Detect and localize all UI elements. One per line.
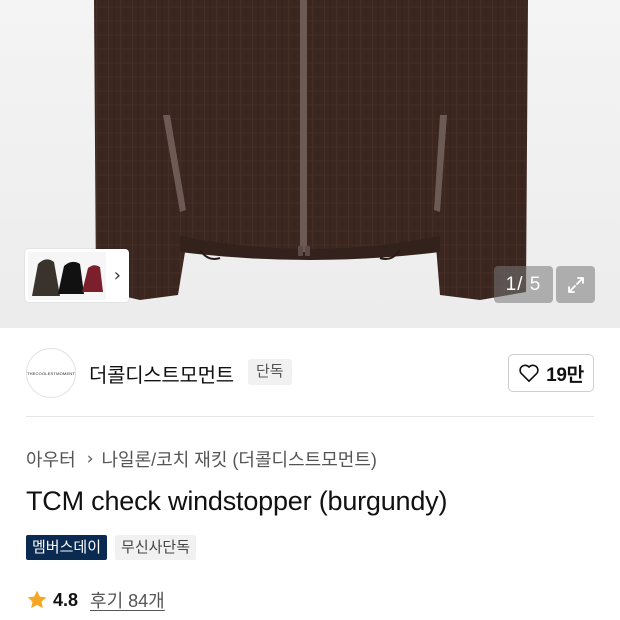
tag-membersday: 멤버스데이 [26,535,108,560]
tag-musinsa-exclusive: 무신사단독 [115,535,197,560]
reviews-link[interactable]: 후기 84개 [90,587,165,613]
expand-button[interactable] [556,266,595,303]
divider [26,416,594,417]
image-counter: 1/ 5 [494,266,553,303]
brand-name[interactable]: 더콜디스트모먼트 [89,359,234,388]
product-title: TCM check windstopper (burgundy) [26,486,448,516]
thumbnail-strip[interactable]: › [25,249,129,302]
product-tags: 멤버스데이 무신사단독 [26,535,197,560]
rating-score: 4.8 [53,589,79,610]
thumbnail-image [28,251,106,300]
chevron-right-icon: › [86,449,94,469]
exclusive-badge: 단독 [248,359,292,385]
breadcrumb-subcategory[interactable]: 나일론/코치 재킷 (더콜디스트모먼트) [102,446,377,472]
breadcrumb: 아우터 › 나일론/코치 재킷 (더콜디스트모먼트) [26,446,377,472]
product-image-gallery[interactable]: › 1/ 5 [0,0,620,328]
brand-logo-text: THECOOLESTMOMENT [26,370,76,376]
heart-icon [519,364,539,382]
star-icon [27,590,47,609]
chevron-right-icon[interactable]: › [114,265,121,286]
brand-row: THECOOLESTMOMENT 더콜디스트모먼트 단독 19만 [0,328,620,420]
breadcrumb-category[interactable]: 아우터 [26,446,76,472]
like-button[interactable]: 19만 [508,354,594,392]
like-count: 19만 [546,364,584,386]
rating-row: 4.8 후기 84개 [26,587,165,613]
brand-logo[interactable]: THECOOLESTMOMENT [26,348,76,398]
expand-icon [567,276,584,293]
